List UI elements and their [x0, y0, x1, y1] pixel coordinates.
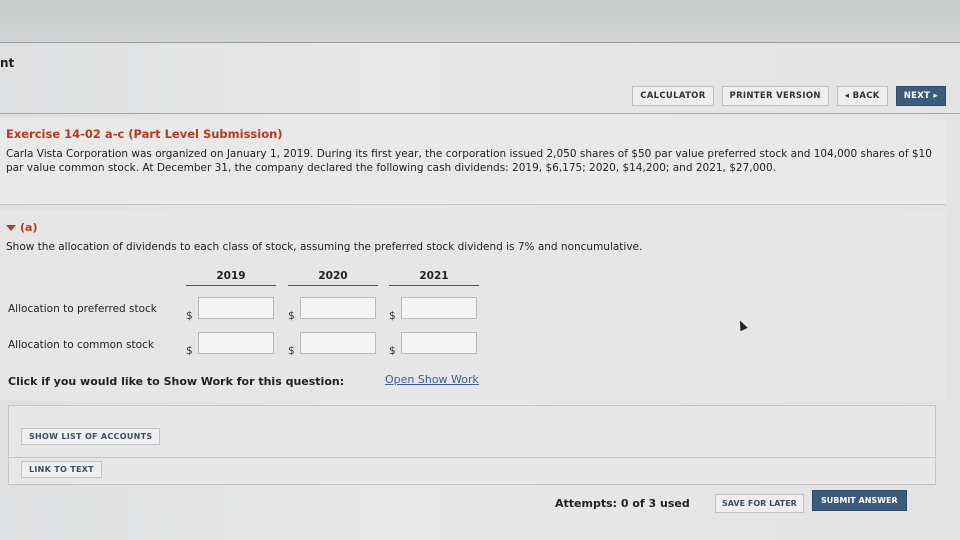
column-header-2020: 2020: [288, 270, 378, 286]
row-label-common: Allocation to common stock: [8, 339, 154, 351]
printer-version-button[interactable]: PRINTER VERSION: [721, 86, 829, 106]
open-show-work-link[interactable]: Open Show Work: [385, 373, 479, 386]
submit-answer-button[interactable]: SUBMIT ANSWER: [812, 490, 907, 511]
column-header-2019: 2019: [186, 270, 276, 286]
common-2020-input[interactable]: [300, 332, 376, 354]
browser-top-band: [0, 0, 960, 43]
currency-symbol: $: [186, 345, 193, 357]
currency-symbol: $: [186, 310, 193, 322]
accounts-panel: SHOW LIST OF ACCOUNTS: [8, 405, 936, 459]
currency-symbol: $: [389, 345, 396, 357]
nav-bar: CALCULATOR PRINTER VERSION ◂ BACK NEXT ▸: [632, 86, 946, 106]
attempts-counter: Attempts: 0 of 3 used: [555, 497, 690, 510]
preferred-2019-input[interactable]: [198, 297, 274, 319]
currency-symbol: $: [389, 310, 396, 322]
link-to-text-button[interactable]: LINK TO TEXT: [21, 461, 102, 478]
common-2019-input[interactable]: [198, 332, 274, 354]
preferred-2020-input[interactable]: [300, 297, 376, 319]
part-a-panel: (a) Show the allocation of dividends to …: [0, 210, 946, 400]
link-panel: LINK TO TEXT: [8, 457, 936, 485]
common-2021-input[interactable]: [401, 332, 477, 354]
currency-symbol: $: [288, 345, 295, 357]
back-button[interactable]: ◂ BACK: [836, 86, 888, 106]
header-divider: [0, 113, 960, 114]
row-label-preferred: Allocation to preferred stock: [8, 303, 157, 315]
show-list-of-accounts-button[interactable]: SHOW LIST OF ACCOUNTS: [21, 428, 161, 445]
part-a-header[interactable]: (a): [6, 221, 37, 234]
currency-symbol: $: [288, 310, 295, 322]
site-title: nt: [0, 56, 15, 70]
preferred-2021-input[interactable]: [401, 297, 477, 319]
column-header-2021: 2021: [389, 270, 479, 286]
collapse-triangle-icon[interactable]: [6, 224, 16, 231]
exercise-title: Exercise 14-02 a-c (Part Level Submissio…: [6, 127, 283, 141]
part-a-question: Show the allocation of dividends to each…: [6, 241, 643, 253]
save-for-later-button[interactable]: SAVE FOR LATER: [715, 494, 804, 513]
exercise-text: Carla Vista Corporation was organized on…: [6, 148, 932, 174]
part-a-label: (a): [20, 221, 38, 234]
exercise-panel: Exercise 14-02 a-c (Part Level Submissio…: [0, 118, 946, 205]
show-work-prompt: Click if you would like to Show Work for…: [8, 375, 345, 388]
calculator-button[interactable]: CALCULATOR: [632, 86, 714, 106]
next-button[interactable]: NEXT ▸: [895, 86, 946, 106]
